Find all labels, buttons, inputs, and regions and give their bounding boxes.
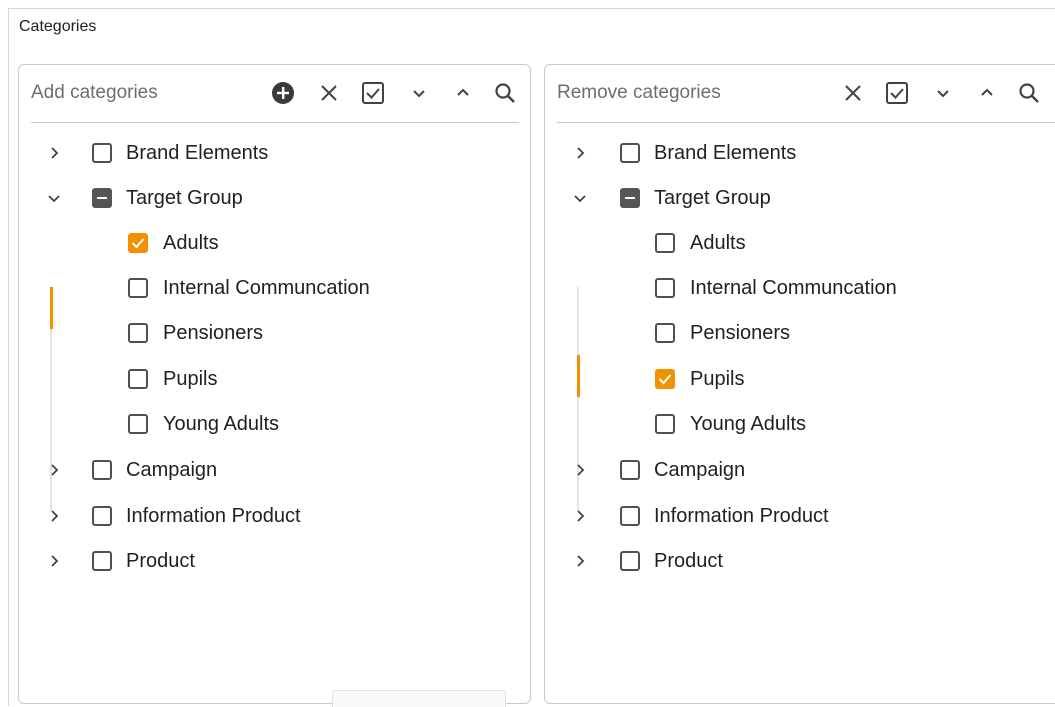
chevron-up-icon[interactable] [449,78,477,108]
checkbox[interactable] [620,460,640,480]
footer-tab-stub [332,690,506,707]
checkbox[interactable] [128,369,148,389]
checkbox[interactable] [92,551,112,571]
add-categories-header: Add categories [31,65,519,123]
checkbox[interactable] [128,323,148,343]
chevron-right-icon[interactable] [569,459,591,481]
checkbox[interactable] [655,414,675,434]
remove-categories-header: Remove categories [557,65,1055,123]
tree-item-label: Target Group [654,186,771,209]
tree-item-label: Internal Communcation [163,276,370,299]
chevron-down-icon[interactable] [43,187,65,209]
tree-item-label: Product [654,549,723,572]
checkbox[interactable] [620,551,640,571]
checkbox[interactable] [655,278,675,298]
checkbox[interactable] [92,143,112,163]
checkbox[interactable] [92,460,112,480]
checkbox-checked[interactable] [128,233,148,253]
chevron-down-icon[interactable] [569,187,591,209]
checkbox[interactable] [620,143,640,163]
tree-item-label: Pensioners [690,321,791,344]
selected-indicator [577,355,580,397]
search-icon[interactable] [491,78,519,108]
chevron-right-icon[interactable] [569,550,591,572]
checkbox[interactable] [655,323,675,343]
checkbox-indeterminate[interactable] [92,188,112,208]
frame-top-border [8,8,1055,9]
chevron-right-icon[interactable] [43,550,65,572]
chevron-right-icon[interactable] [569,142,591,164]
chevron-right-icon[interactable] [43,505,65,527]
frame-left-border [8,8,9,706]
selected-indicator [50,287,53,329]
chevron-up-icon[interactable] [973,78,1001,108]
remove-categories-search-placeholder[interactable]: Remove categories [557,82,721,104]
add-categories-search-placeholder[interactable]: Add categories [31,82,158,104]
tree-item-label: Pupils [690,367,745,390]
check-all-icon[interactable] [359,78,387,108]
chevron-right-icon[interactable] [43,459,65,481]
checkbox-checked[interactable] [655,369,675,389]
checkbox[interactable] [128,414,148,434]
checkbox[interactable] [620,506,640,526]
tree-item-label: Information Product [126,504,301,527]
checkbox[interactable] [92,506,112,526]
add-categories-panel: Add categories Brand Elements Target Gro… [18,64,531,704]
search-icon[interactable] [1015,78,1043,108]
chevron-down-icon[interactable] [405,78,433,108]
checkbox[interactable] [128,278,148,298]
checkbox[interactable] [655,233,675,253]
tree-item-label: Adults [690,231,746,254]
section-title: Categories [19,18,97,35]
tree-item-label: Campaign [654,458,746,481]
tree-item-label: Pensioners [163,321,264,344]
remove-categories-panel: Remove categories Brand Elements Target … [544,64,1055,704]
chevron-right-icon[interactable] [43,142,65,164]
add-icon[interactable] [269,78,297,108]
close-icon[interactable] [839,78,867,108]
tree-item-label: Internal Communcation [690,276,897,299]
tree-item-label: Young Adults [690,412,807,435]
tree-item-label: Target Group [126,186,243,209]
tree-item-label: Campaign [126,458,218,481]
tree-item-label: Pupils [163,367,218,390]
chevron-right-icon[interactable] [569,505,591,527]
tree-item-label: Brand Elements [126,141,269,164]
close-icon[interactable] [315,78,343,108]
chevron-down-icon[interactable] [929,78,957,108]
tree-item-label: Young Adults [163,412,280,435]
checkbox-indeterminate[interactable] [620,188,640,208]
tree-item-label: Brand Elements [654,141,797,164]
tree-item-label: Information Product [654,504,829,527]
tree-item-label: Adults [163,231,219,254]
tree-item-label: Product [126,549,195,572]
check-all-icon[interactable] [883,78,911,108]
